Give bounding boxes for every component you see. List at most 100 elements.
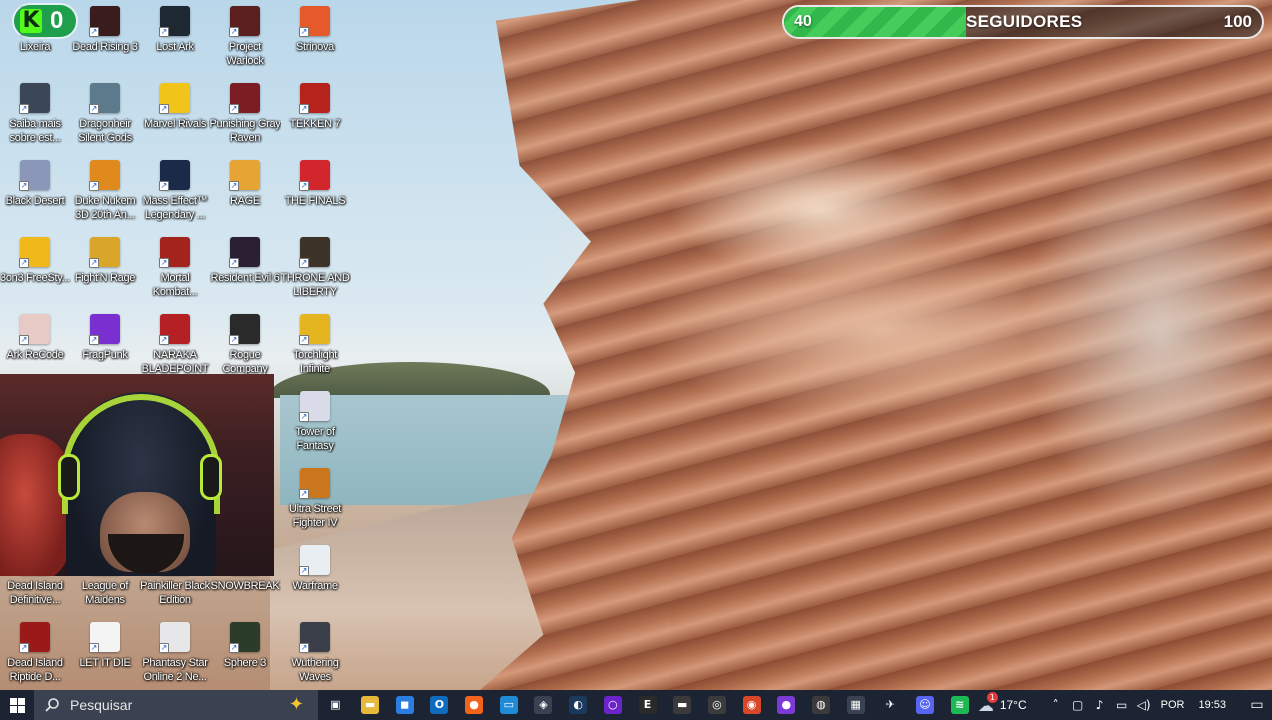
shortcut-arrow-icon: ↗ (299, 258, 309, 268)
desktop-icon-label: Sphere 3 (223, 657, 267, 669)
taskbar-app-cube[interactable]: ◈ (526, 690, 561, 720)
taskbar-task-view[interactable]: ▣ (318, 690, 353, 720)
taskbar-firefox[interactable]: ● (457, 690, 492, 720)
desktop-icon-warframe[interactable]: ↗ Warframe (280, 539, 350, 611)
desktop-icon-torchlight[interactable]: ↗ Torchlight Infinite (280, 308, 350, 380)
desktop-icon-lost-ark[interactable]: ↗ Lost Ark (140, 0, 210, 72)
desktop-icon-fragpunk[interactable]: ↗ FragPunk (70, 308, 140, 380)
taskbar-discord[interactable]: ☺ (908, 690, 943, 720)
desktop-icon-black-desert[interactable]: ↗ Black Desert (0, 154, 70, 226)
desktop-icon-pgr[interactable]: ↗ Punishing Gray Raven (209, 77, 281, 149)
dead-rising-icon: ↗ (89, 6, 120, 37)
desktop-icon-label: Lost Ark (156, 41, 194, 53)
desktop-icon-fight-n-rage[interactable]: ↗ Fight'N Rage (70, 231, 140, 303)
notification-icon[interactable]: ▭ (1242, 697, 1272, 713)
throne-liberty-icon: ↗ (299, 237, 330, 268)
desktop-icon-dragonheir[interactable]: ↗ Dragonheir Silent Gods (70, 77, 140, 149)
desktop-icon-street-fighter[interactable]: ↗ Ultra Street Fighter IV (280, 462, 350, 534)
desktop-icon-3on3[interactable]: ↗ 3on3 FreeSty... (0, 231, 70, 303)
copilot-sparkle-icon[interactable]: ✦ (289, 694, 304, 715)
shortcut-arrow-icon: ↗ (159, 335, 169, 345)
shortcut-arrow-icon: ↗ (299, 489, 309, 499)
shortcut-arrow-icon: ↗ (299, 643, 309, 653)
taskbar-amazon-games[interactable]: ▬ (665, 690, 700, 720)
system-tray: ☁ 1 17°C ˄ ▢ ♪ ▭ ◁) POR 19:53 ▭ (978, 690, 1272, 720)
desktop-icon-label: THE FINALS (284, 195, 346, 207)
network-icon[interactable]: ▭ (1111, 698, 1133, 712)
volume-icon[interactable]: ◁) (1133, 698, 1155, 712)
shortcut-arrow-icon: ↗ (229, 181, 239, 191)
taskbar-epic-games[interactable]: E (630, 690, 665, 720)
desktop-icon-pso2[interactable]: ↗ Phantasy Star Online 2 Ne... (140, 616, 210, 688)
desktop-icon-label: Wuthering Waves (291, 657, 339, 683)
camera-icon: ↗ (19, 83, 50, 114)
desktop-icon-mass-effect[interactable]: ↗ Mass Effect™ Legendary ... (140, 154, 210, 226)
weather-widget[interactable]: ☁ 1 17°C (978, 691, 1027, 715)
webcam-overlay (0, 374, 274, 576)
desktop-icon-radiation[interactable]: ↗ Duke Nukem 3D 20th An... (70, 154, 140, 226)
desktop-icon-label: Marvel Rivals (143, 118, 207, 130)
desktop-icon-sphere[interactable]: ↗ Sphere 3 (210, 616, 280, 688)
mic-icon[interactable]: ♪ (1089, 698, 1111, 712)
taskbar-launcher-orange[interactable]: ◉ (734, 690, 769, 720)
taskbar-microsoft-store[interactable]: ◼ (387, 690, 422, 720)
desktop-icon-label: Mass Effect™ Legendary ... (142, 195, 208, 221)
desktop-icon-dead-rising[interactable]: ↗ Dead Rising 3 (70, 0, 140, 72)
task-view-icon: ▣ (326, 696, 345, 714)
desktop-icon-marvel-rivals[interactable]: ↗ Marvel Rivals (140, 77, 210, 149)
desktop-icon-throne-liberty[interactable]: ↗ THRONE AND LIBERTY (280, 231, 350, 303)
desktop-icon-tower-of-fantasy[interactable]: ↗ Tower of Fantasy (280, 385, 350, 457)
desktop-icon-let-it-die[interactable]: ↗ LET IT DIE (70, 616, 140, 688)
desktop-icon-rage[interactable]: ↗ RAGE (210, 154, 280, 226)
taskbar-remote-desktop[interactable]: ▭ (491, 690, 526, 720)
microsoft-store-icon: ◼ (395, 696, 414, 714)
outlook-icon: O (430, 696, 449, 714)
shortcut-arrow-icon: ↗ (19, 104, 29, 114)
desktop-icon-strinova[interactable]: ↗ Strinova (280, 0, 350, 72)
desktop-icon-label: Duke Nukem 3D 20th An... (74, 195, 136, 221)
desktop-icon-mortal-kombat[interactable]: ↗ Mortal Kombat... (140, 231, 210, 303)
clock[interactable]: 19:53 (1198, 699, 1226, 711)
taskbar-obs[interactable]: ◎ (700, 690, 735, 720)
fight-n-rage-icon: ↗ (89, 237, 120, 268)
taskbar-github[interactable]: ◍ (804, 690, 839, 720)
twitch-like-icon: ● (777, 696, 796, 714)
language-indicator[interactable]: POR (1161, 699, 1185, 711)
stream-counter: K 0 (14, 5, 76, 37)
desktop-icon-resident-evil[interactable]: ↗ Resident Evil 6 (210, 231, 280, 303)
shortcut-arrow-icon: ↗ (159, 181, 169, 191)
desktop-icon-tekken[interactable]: ↗ TEKKEN 7 (280, 77, 350, 149)
taskbar-purple-ring[interactable]: ○ (596, 690, 631, 720)
desktop-icon-label: Project Warlock (226, 41, 264, 67)
desktop-icon-rogue-company[interactable]: ↗ Rogue Company (210, 308, 280, 380)
desktop-icon-camera[interactable]: ↗ Saiba mais sobre est... (0, 77, 70, 149)
weather-badge: 1 (986, 691, 998, 703)
shortcut-arrow-icon: ↗ (299, 335, 309, 345)
desktop-icon-label: Ark ReCode (6, 349, 64, 361)
taskbar-spotify[interactable]: ≋ (942, 690, 977, 720)
warframe-icon: ↗ (299, 545, 330, 576)
webcam-headset (62, 394, 220, 514)
spotify-icon: ≋ (950, 696, 969, 714)
taskbar-twitch-like[interactable]: ● (769, 690, 804, 720)
desktop-icon-dead-island-riptide[interactable]: ↗ Dead Island Riptide D... (0, 616, 70, 688)
taskbar-steam[interactable]: ◐ (561, 690, 596, 720)
taskbar-search[interactable]: Pesquisar ✦ (34, 690, 318, 720)
desktop-icon-ark-recode[interactable]: ↗ Ark ReCode (0, 308, 70, 380)
device-icon[interactable]: ▢ (1067, 698, 1089, 712)
chevron-up-icon[interactable]: ˄ (1045, 698, 1067, 712)
naraka-icon: ↗ (159, 314, 190, 345)
desktop-icon-label: LET IT DIE (79, 657, 131, 669)
taskbar-plane[interactable]: ✈ (873, 690, 908, 720)
desktop-icon-naraka[interactable]: ↗ NARAKA BLADEPOINT (140, 308, 210, 380)
desktop-icon-warlock[interactable]: ↗ Project Warlock (210, 0, 280, 72)
desktop-icon-wuthering-waves[interactable]: ↗ Wuthering Waves (280, 616, 350, 688)
desktop-icon-label: Ultra Street Fighter IV (288, 503, 342, 529)
taskbar-clapper[interactable]: ▦ (838, 690, 873, 720)
start-button[interactable] (0, 690, 34, 720)
app-cube-icon: ◈ (534, 696, 553, 714)
taskbar-file-explorer[interactable]: ▬ (353, 690, 388, 720)
desktop-icon-the-finals[interactable]: ↗ THE FINALS (280, 154, 350, 226)
purple-ring-icon: ○ (603, 696, 622, 714)
taskbar-outlook[interactable]: O (422, 690, 457, 720)
